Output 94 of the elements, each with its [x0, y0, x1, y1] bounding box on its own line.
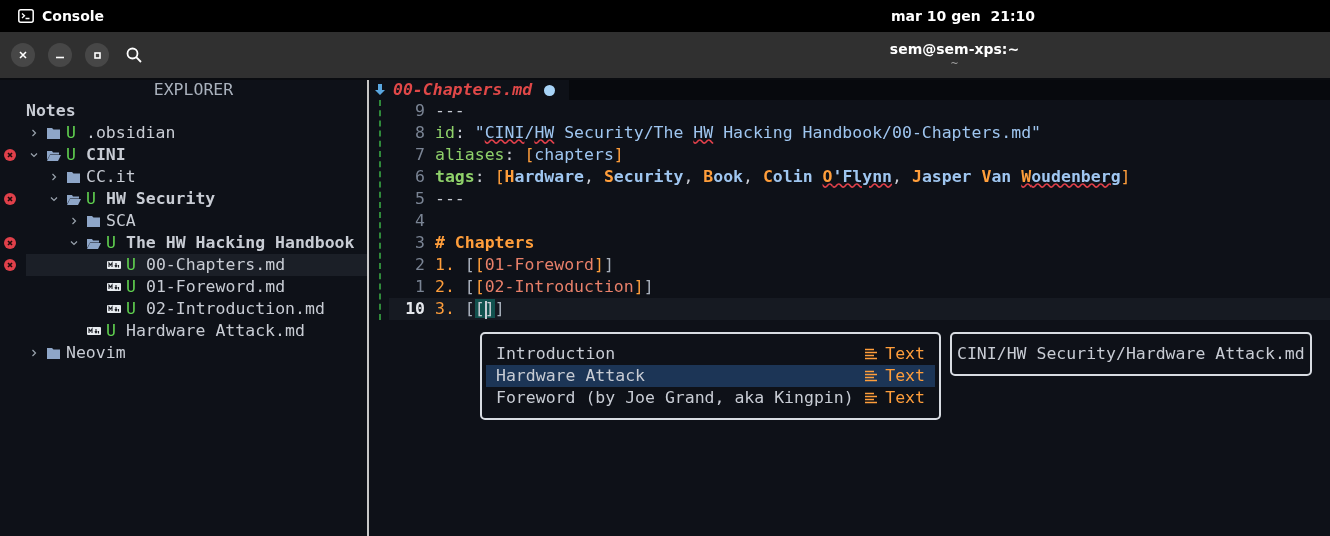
app-name[interactable]: Console: [42, 5, 105, 27]
tree-item[interactable]: U The HW Hacking Handbook: [26, 232, 367, 254]
tree-item-label: The HW Hacking Handbook: [126, 231, 355, 254]
markdown-file-icon: [107, 261, 121, 269]
tree-item[interactable]: U CINI: [26, 144, 367, 166]
tree-item-label: Neovim: [66, 341, 126, 364]
line-number: 8: [414, 121, 425, 144]
line-number: 5: [414, 187, 425, 210]
git-status: U: [66, 143, 77, 166]
completion-item[interactable]: Foreword (by Joe Grand, aka Kingpin) Text: [486, 387, 935, 409]
tree-item[interactable]: U HW Security: [26, 188, 367, 210]
code-line: id: "CINI/HW Security/The HW Hacking Handbook/00-Chapters.md": [435, 121, 1042, 144]
git-status: U: [126, 253, 137, 276]
chevron-right-icon: [30, 349, 38, 357]
code-line: ---: [435, 99, 465, 122]
tab-filename: 00-Chapters.md: [393, 78, 533, 101]
markdown-file-icon: [87, 327, 101, 335]
line-number: 6: [414, 165, 425, 188]
completion-item[interactable]: Introduction Text: [486, 343, 935, 365]
editor-tab[interactable]: 00-Chapters.md: [369, 80, 570, 100]
tree-item-label: SCA: [106, 209, 136, 232]
text-lines-icon: [865, 347, 878, 361]
line-number: 4: [414, 209, 425, 232]
completion-item[interactable]: Hardware Attack Text: [486, 365, 935, 387]
search-icon: [126, 47, 142, 63]
code-line: 3. [[]]: [435, 297, 505, 321]
tree-item-label: .obsidian: [86, 121, 176, 144]
error-icon: [4, 149, 16, 161]
git-status: U: [86, 187, 97, 210]
tree-item[interactable]: U 01-Foreword.md: [26, 276, 367, 298]
chevron-down-icon: [50, 195, 58, 203]
error-icon: [4, 193, 16, 205]
git-status: U: [106, 319, 117, 342]
close-button[interactable]: [11, 43, 35, 67]
tree-root-label: Notes: [26, 99, 76, 122]
tree-item-label: CINI: [86, 143, 126, 166]
window-subtitle: ~: [950, 58, 959, 70]
chevron-down-icon: [70, 239, 78, 247]
line-number: 7: [414, 143, 425, 166]
folder-icon: [47, 127, 60, 139]
chevron-right-icon: [70, 217, 78, 225]
pin-icon: [375, 84, 385, 96]
line-number: 10: [404, 297, 425, 320]
folder-icon: [87, 215, 100, 227]
line-number: 1: [414, 275, 425, 298]
code-line: 1. [[01-Foreword]]: [435, 253, 614, 276]
explorer-title: EXPLORER: [152, 80, 235, 100]
tree-item-label: CC.it: [86, 165, 136, 188]
close-icon: [19, 51, 27, 59]
tree-item[interactable]: SCA: [26, 210, 367, 232]
code-line: aliases: [chapters]: [435, 143, 624, 166]
chevron-right-icon: [50, 173, 58, 181]
line-number: 2: [414, 253, 425, 276]
tree-item-label: 00-Chapters.md: [146, 253, 286, 276]
open-folder-icon: [67, 193, 81, 205]
tree-item[interactable]: U 02-Introduction.md: [26, 298, 367, 320]
tree-item[interactable]: Neovim: [26, 342, 367, 364]
text-lines-icon: [865, 391, 878, 405]
tree-item-label: 02-Introduction.md: [146, 297, 325, 320]
tree-item[interactable]: U Hardware Attack.md: [26, 320, 367, 342]
tree-item[interactable]: U 00-Chapters.md: [26, 254, 367, 276]
maximize-button[interactable]: [85, 43, 109, 67]
error-icon: [4, 259, 16, 271]
clock[interactable]: mar 10 gen 21:10: [891, 5, 1035, 27]
tree-item[interactable]: U .obsidian: [26, 122, 367, 144]
terminal-icon: [18, 9, 34, 23]
tree-item-label: Hardware Attack.md: [126, 319, 305, 342]
git-status: U: [126, 275, 137, 298]
completion-preview: CINI/HW Security/Hardware Attack.md: [950, 332, 1312, 376]
markdown-file-icon: [107, 283, 121, 291]
git-status: U: [106, 231, 117, 254]
folder-icon: [67, 171, 80, 183]
chevron-right-icon: [30, 129, 38, 137]
open-folder-icon: [47, 149, 61, 161]
chevron-down-icon: [30, 151, 38, 159]
git-status: U: [66, 121, 77, 144]
folder-icon: [47, 347, 60, 359]
error-icon: [4, 237, 16, 249]
minimize-button[interactable]: [48, 43, 72, 67]
line-number: 9: [414, 99, 425, 122]
markdown-file-icon: [107, 305, 121, 313]
open-folder-icon: [87, 237, 101, 249]
tree-item-label: 01-Foreword.md: [146, 275, 286, 298]
text-lines-icon: [865, 369, 878, 383]
tree-item[interactable]: CC.it: [26, 166, 367, 188]
code-line: ---: [435, 187, 465, 210]
maximize-icon: [93, 51, 101, 59]
code-line: 2. [[02-Introduction]]: [435, 275, 654, 298]
code-line: tags: [Hardware, Security, Book, Colin O'Flynn, Jasper Van Woudenberg]: [435, 165, 1131, 188]
line-number: 3: [414, 231, 425, 254]
code-line: # Chapters: [435, 231, 535, 254]
git-status: U: [126, 297, 137, 320]
tree-item-label: HW Security: [106, 187, 216, 210]
window-title: sem@sem-xps:~: [889, 40, 1020, 58]
